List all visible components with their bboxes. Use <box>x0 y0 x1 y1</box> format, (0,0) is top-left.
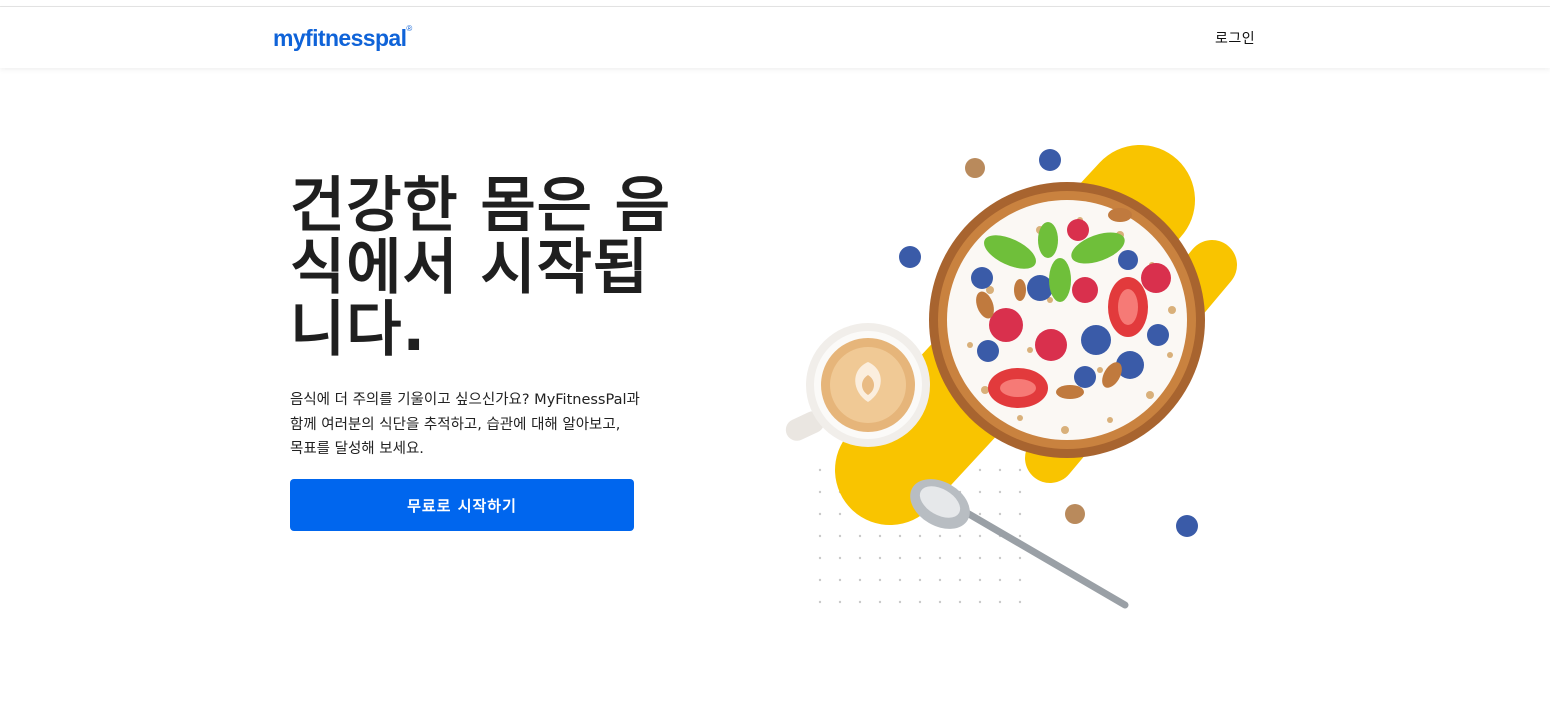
registered-mark: ® <box>406 24 412 34</box>
breakfast-illustration <box>785 145 1237 609</box>
hero-title-line: 니다. <box>290 295 427 365</box>
spoon-icon <box>910 479 1129 609</box>
walnut-icon <box>965 158 985 178</box>
hero-title-line: 식에서 시작됩 <box>290 233 650 303</box>
start-free-button[interactable]: 무료로 시작하기 <box>290 479 634 531</box>
coffee-cup-icon <box>785 323 930 447</box>
hero-description-line: 함께 여러분의 식단을 추적하고, 습관에 대해 알아보고, <box>290 416 621 433</box>
login-link[interactable]: 로그인 <box>1215 28 1255 48</box>
myfitnesspal-logo[interactable]: myfitnesspal® <box>273 24 412 52</box>
logo-text: myfitnesspal <box>273 25 407 51</box>
hero-description-line: 음식에 더 주의를 기울이고 싶으신가요? MyFitnessPal과 <box>290 392 640 408</box>
site-header: myfitnesspal® 로그인 <box>0 7 1550 68</box>
walnut-icon <box>1065 504 1085 524</box>
hero-description-line: 목표를 달성해 보세요. <box>290 441 424 457</box>
blueberry-icon <box>1176 515 1198 537</box>
hero-description: 음식에 더 주의를 기울이고 싶으신가요? MyFitnessPal과 함께 여… <box>290 388 700 462</box>
blueberry-icon <box>899 246 921 268</box>
hero-title: 건강한 몸은 음 식에서 시작됩 니다. <box>290 175 710 361</box>
hero-title-line: 건강한 몸은 음 <box>290 171 671 241</box>
blueberry-icon <box>1039 149 1061 171</box>
yogurt-bowl-icon <box>929 182 1205 458</box>
